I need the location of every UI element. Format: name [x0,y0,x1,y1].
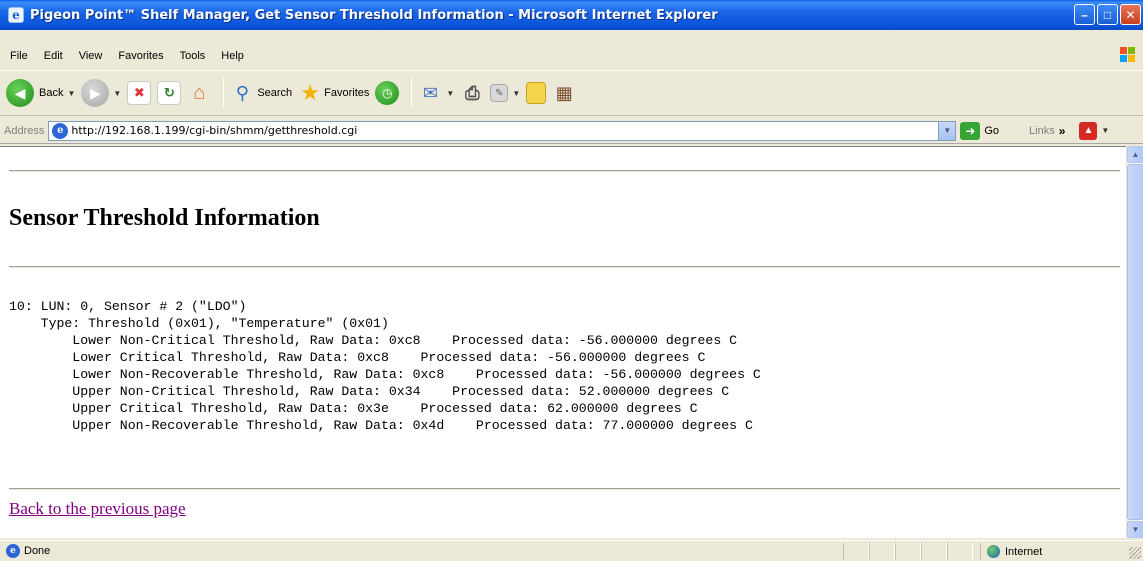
divider [9,266,1120,268]
back-to-previous-link[interactable]: Back to the previous page [9,499,186,519]
status-bar: e Done Internet [0,540,1143,561]
toolbar-separator [411,78,413,108]
mail-button[interactable]: ✉ ▼ [418,81,454,105]
favorites-star-icon: ★ [300,80,321,105]
scroll-up-icon[interactable]: ▲ [1127,146,1143,163]
page-content: Sensor Threshold Information 10: LUN: 0,… [0,146,1126,538]
refresh-icon: ↻ [157,81,182,105]
status-text: Done [24,545,51,557]
output-line: 10: LUN: 0, Sensor # 2 ("LDO") [9,299,247,314]
search-button[interactable]: ⚲ Search [230,81,292,105]
page-status-icon: e [6,544,20,558]
address-input[interactable]: e http://192.168.1.199/cgi-bin/shmm/gett… [48,120,957,141]
globe-icon [987,545,1000,558]
edit-icon: ✎ [490,84,509,102]
print-button[interactable]: ⎙ [460,81,484,105]
status-cell [843,543,869,560]
ie-icon: e [8,7,24,23]
output-line: Upper Critical Threshold, Raw Data: 0x3e… [9,401,698,416]
window-controls: – □ ✕ [1074,4,1141,25]
status-cell [947,543,973,560]
search-label: Search [257,87,293,99]
mail-icon: ✉ [422,82,438,103]
chevron-right-icon[interactable]: » [1059,124,1066,138]
stop-icon: ✖ [127,81,152,105]
scroll-down-icon[interactable]: ▼ [1127,521,1143,538]
divider [9,170,1120,172]
print-icon: ⎙ [465,82,480,103]
address-dropdown-icon[interactable]: ▼ [938,121,956,140]
output-line: Lower Non-Recoverable Threshold, Raw Dat… [9,367,761,382]
status-cell [921,543,947,560]
output-line: Upper Non-Recoverable Threshold, Raw Dat… [9,418,753,433]
status-cell [869,543,895,560]
status-cells [843,543,973,560]
divider [9,488,1120,490]
maximize-button[interactable]: □ [1097,4,1118,25]
home-icon: ⌂ [193,81,206,104]
output-line: Upper Non-Critical Threshold, Raw Data: … [9,384,730,399]
favorites-button[interactable]: ★ Favorites [298,80,370,105]
menu-file[interactable]: File [2,50,36,62]
page-icon: e [52,122,69,139]
threshold-output: 10: LUN: 0, Sensor # 2 ("LDO") Type: Thr… [9,298,761,434]
history-button[interactable]: ◷ [375,81,400,105]
vertical-scrollbar[interactable]: ▲ ▼ [1126,146,1143,538]
back-button[interactable]: ◀ Back ▼ [6,79,75,107]
pdf-dropdown-icon[interactable]: ▼ [1101,126,1109,135]
menu-help[interactable]: Help [213,50,252,62]
output-line: Lower Critical Threshold, Raw Data: 0xc8… [9,350,706,365]
windows-logo-icon [1119,46,1137,64]
address-label: Address [4,124,45,137]
go-arrow-icon: ➜ [960,121,981,140]
output-line: Type: Threshold (0x01), "Temperature" (0… [9,316,389,331]
toolbar: ◀ Back ▼ ▶ ▼ ✖ ↻ ⌂ ⚲ Search ★ Favorites … [0,70,1143,116]
go-button[interactable]: ➜ Go [960,121,1000,140]
back-label: Back [39,87,64,99]
discuss-button[interactable] [526,82,547,104]
notes-icon [526,82,547,104]
research-button[interactable]: ▦ [552,81,576,105]
mail-dropdown-icon[interactable]: ▼ [446,89,454,98]
address-bar: Address e http://192.168.1.199/cgi-bin/s… [0,118,1143,144]
forward-dropdown-icon[interactable]: ▼ [113,89,121,98]
menu-tools[interactable]: Tools [172,50,214,62]
edit-button[interactable]: ✎ ▼ [490,84,520,102]
output-line: Lower Non-Critical Threshold, Raw Data: … [9,333,738,348]
back-arrow-icon: ◀ [6,79,34,107]
forward-button[interactable]: ▶ ▼ [81,79,121,107]
security-zone: Internet [980,543,1042,560]
home-button[interactable]: ⌂ [187,81,211,105]
toolbar-separator [223,78,225,108]
status-cell [895,543,921,560]
favorites-label: Favorites [324,87,370,99]
forward-arrow-icon: ▶ [81,79,110,107]
resize-grip-icon[interactable] [1129,547,1141,559]
menu-bar: File Edit View Favorites Tools Help [0,46,252,66]
links-label[interactable]: Links [1029,125,1055,137]
scroll-thumb[interactable] [1127,164,1143,520]
back-dropdown-icon[interactable]: ▼ [67,89,75,98]
refresh-button[interactable]: ↻ [157,81,182,105]
edit-dropdown-icon[interactable]: ▼ [512,89,520,98]
search-icon: ⚲ [235,82,249,103]
go-label: Go [984,124,1000,137]
close-button[interactable]: ✕ [1120,4,1141,25]
zone-text: Internet [1005,545,1043,558]
stop-button[interactable]: ✖ [127,81,152,105]
pdf-icon[interactable]: ▲ [1079,121,1098,140]
menu-edit[interactable]: Edit [36,50,71,62]
menu-view[interactable]: View [71,50,111,62]
title-bar: e Pigeon Point™ Shelf Manager, Get Senso… [0,0,1143,30]
page-heading: Sensor Threshold Information [9,205,320,231]
research-icon: ▦ [555,82,573,103]
minimize-button[interactable]: – [1074,4,1095,25]
address-url: http://192.168.1.199/cgi-bin/shmm/getthr… [71,124,358,137]
menu-favorites[interactable]: Favorites [110,50,171,62]
window-title: Pigeon Point™ Shelf Manager, Get Sensor … [30,7,718,23]
history-icon: ◷ [375,81,400,105]
